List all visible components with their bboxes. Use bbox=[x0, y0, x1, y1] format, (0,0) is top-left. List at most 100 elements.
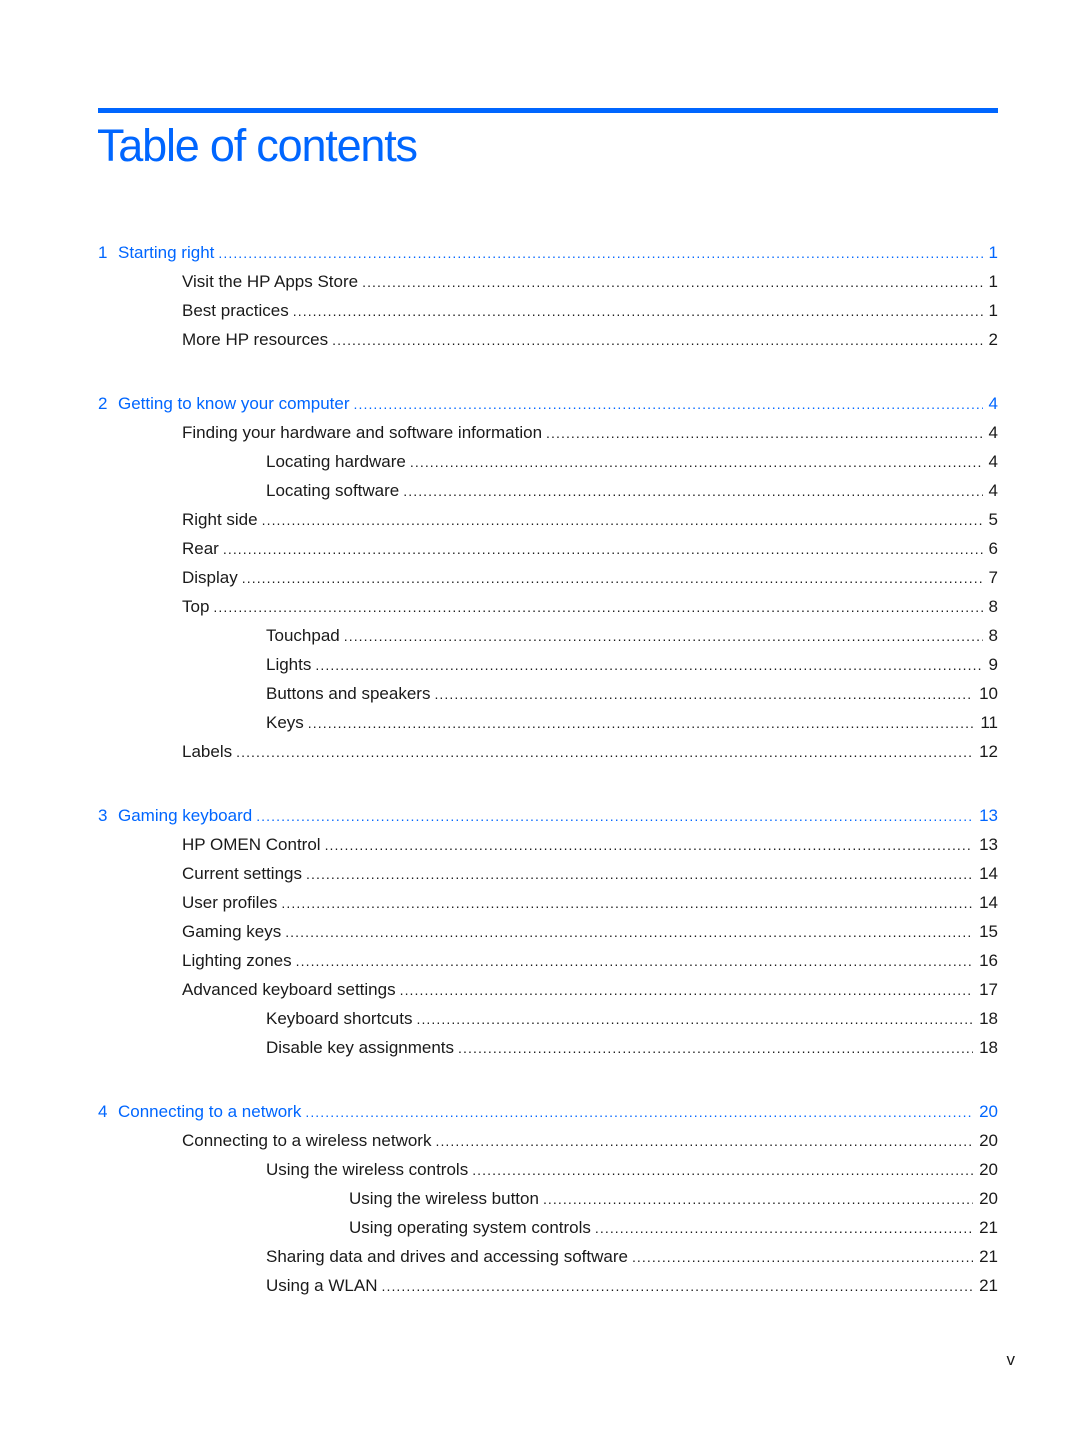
dot-leader bbox=[354, 393, 983, 415]
toc-entry-link[interactable]: Best practices 1 bbox=[182, 300, 998, 322]
toc-entry-link[interactable]: Top 8 bbox=[182, 596, 998, 618]
toc-entry-link[interactable]: Current settings 14 bbox=[182, 863, 998, 885]
entry-title: Using the wireless button bbox=[349, 1189, 539, 1208]
dot-leader bbox=[236, 741, 973, 763]
entry-page-number: 1 bbox=[988, 272, 998, 291]
entry-page-number: 14 bbox=[979, 893, 998, 912]
dot-leader bbox=[223, 538, 983, 560]
chapter-title: 3 Gaming keyboard bbox=[98, 805, 256, 827]
dot-leader bbox=[281, 892, 973, 914]
dot-leader bbox=[332, 329, 982, 351]
entry-page-number: 17 bbox=[979, 980, 998, 999]
entry-page-number: 20 bbox=[979, 1189, 998, 1208]
toc-chapter-link[interactable]: 1 Starting right 1 bbox=[98, 242, 998, 264]
toc-entry-link[interactable]: Visit the HP Apps Store 1 bbox=[182, 271, 998, 293]
toc-chapter-link[interactable]: 3 Gaming keyboard 13 bbox=[98, 805, 998, 827]
toc-entry-link[interactable]: Keys 11 bbox=[266, 712, 998, 734]
entry-title: Lights bbox=[266, 655, 312, 674]
chapter-page-number: 1 bbox=[988, 243, 998, 262]
toc-entry-link[interactable]: Connecting to a wireless network 20 bbox=[182, 1130, 998, 1152]
toc-chapter-link[interactable]: 4 Connecting to a network 20 bbox=[98, 1101, 998, 1123]
toc-entry-link[interactable]: User profiles 14 bbox=[182, 892, 998, 914]
toc-entry-link[interactable]: Sharing data and drives and accessing so… bbox=[266, 1246, 998, 1268]
entry-page-number: 21 bbox=[979, 1276, 998, 1295]
dot-leader bbox=[344, 625, 983, 647]
toc-entry-link[interactable]: More HP resources 2 bbox=[182, 329, 998, 351]
page-title: Table of contents bbox=[97, 120, 418, 171]
page-number: v bbox=[1006, 1350, 1016, 1369]
chapter-title: 4 Connecting to a network bbox=[98, 1101, 305, 1123]
entry-page-number: 8 bbox=[988, 597, 998, 616]
dot-leader bbox=[213, 596, 982, 618]
toc-entry-link[interactable]: Gaming keys 15 bbox=[182, 921, 998, 943]
toc-entry-link[interactable]: Locating hardware 4 bbox=[266, 451, 998, 473]
toc-entry-link[interactable]: HP OMEN Control 13 bbox=[182, 834, 998, 856]
entry-title: Current settings bbox=[182, 864, 302, 883]
entry-title: Lighting zones bbox=[182, 951, 292, 970]
dot-leader bbox=[325, 834, 974, 856]
chapter-page-number: 4 bbox=[988, 394, 998, 413]
entry-page-number: 16 bbox=[979, 951, 998, 970]
dot-leader bbox=[285, 921, 973, 943]
entry-page-number: 9 bbox=[988, 655, 998, 674]
dot-leader bbox=[410, 451, 983, 473]
entry-page-number: 6 bbox=[988, 539, 998, 558]
entry-title: User profiles bbox=[182, 893, 278, 912]
entry-title: Gaming keys bbox=[182, 922, 282, 941]
chapter-number: 3 bbox=[98, 806, 108, 825]
entry-page-number: 20 bbox=[979, 1160, 998, 1179]
toc-entry-link[interactable]: Using operating system controls 21 bbox=[349, 1217, 998, 1239]
toc-entry-link[interactable]: Lighting zones 16 bbox=[182, 950, 998, 972]
toc-entry-link[interactable]: Labels 12 bbox=[182, 741, 998, 763]
chapter-number: 1 bbox=[98, 243, 108, 262]
toc-entry-link[interactable]: Rear 6 bbox=[182, 538, 998, 560]
dot-leader bbox=[296, 950, 973, 972]
entry-page-number: 8 bbox=[988, 626, 998, 645]
dot-leader bbox=[308, 712, 975, 734]
entry-title: Locating hardware bbox=[266, 452, 406, 471]
toc-entry-link[interactable]: Display 7 bbox=[182, 567, 998, 589]
dot-leader bbox=[315, 654, 982, 676]
entry-title: HP OMEN Control bbox=[182, 835, 321, 854]
toc-entry-link[interactable]: Keyboard shortcuts 18 bbox=[266, 1008, 998, 1030]
entry-title: Display bbox=[182, 568, 238, 587]
chapter-title: 2 Getting to know your computer bbox=[98, 393, 354, 415]
entry-page-number: 10 bbox=[979, 684, 998, 703]
title-rule bbox=[98, 108, 998, 113]
dot-leader bbox=[458, 1037, 973, 1059]
toc-entry-link[interactable]: Finding your hardware and software infor… bbox=[182, 422, 998, 444]
dot-leader bbox=[242, 567, 983, 589]
entry-page-number: 15 bbox=[979, 922, 998, 941]
toc-entry-link[interactable]: Lights 9 bbox=[266, 654, 998, 676]
chapter-page-number: 20 bbox=[979, 1102, 998, 1121]
entry-title: Finding your hardware and software infor… bbox=[182, 423, 543, 442]
toc-chapter-link[interactable]: 2 Getting to know your computer 4 bbox=[98, 393, 998, 415]
toc-entry-link[interactable]: Using the wireless button 20 bbox=[349, 1188, 998, 1210]
toc-entry-link[interactable]: Buttons and speakers 10 bbox=[266, 683, 998, 705]
toc-entry-link[interactable]: Disable key assignments 18 bbox=[266, 1037, 998, 1059]
chapter-title: 1 Starting right bbox=[98, 242, 218, 264]
toc-entry-link[interactable]: Locating software 4 bbox=[266, 480, 998, 502]
dot-leader bbox=[434, 683, 973, 705]
entry-title: Using a WLAN bbox=[266, 1276, 378, 1295]
dot-leader bbox=[306, 863, 973, 885]
dot-leader bbox=[632, 1246, 973, 1268]
dot-leader bbox=[403, 480, 982, 502]
entry-page-number: 13 bbox=[979, 835, 998, 854]
entry-title: Advanced keyboard settings bbox=[182, 980, 396, 999]
entry-title: Visit the HP Apps Store bbox=[182, 272, 359, 291]
dot-leader bbox=[546, 422, 983, 444]
entry-title: Connecting to a wireless network bbox=[182, 1131, 432, 1150]
entry-title: Right side bbox=[182, 510, 258, 529]
entry-title: Buttons and speakers bbox=[266, 684, 431, 703]
entry-page-number: 2 bbox=[988, 330, 998, 349]
toc-entry-link[interactable]: Using a WLAN 21 bbox=[266, 1275, 998, 1297]
entry-title: Touchpad bbox=[266, 626, 340, 645]
toc-entry-link[interactable]: Using the wireless controls 20 bbox=[266, 1159, 998, 1181]
toc-entry-link[interactable]: Advanced keyboard settings 17 bbox=[182, 979, 998, 1001]
dot-leader bbox=[400, 979, 973, 1001]
toc-entry-link[interactable]: Touchpad 8 bbox=[266, 625, 998, 647]
toc-entry-link[interactable]: Right side 5 bbox=[182, 509, 998, 531]
entry-page-number: 12 bbox=[979, 742, 998, 761]
entry-title: Keyboard shortcuts bbox=[266, 1009, 413, 1028]
